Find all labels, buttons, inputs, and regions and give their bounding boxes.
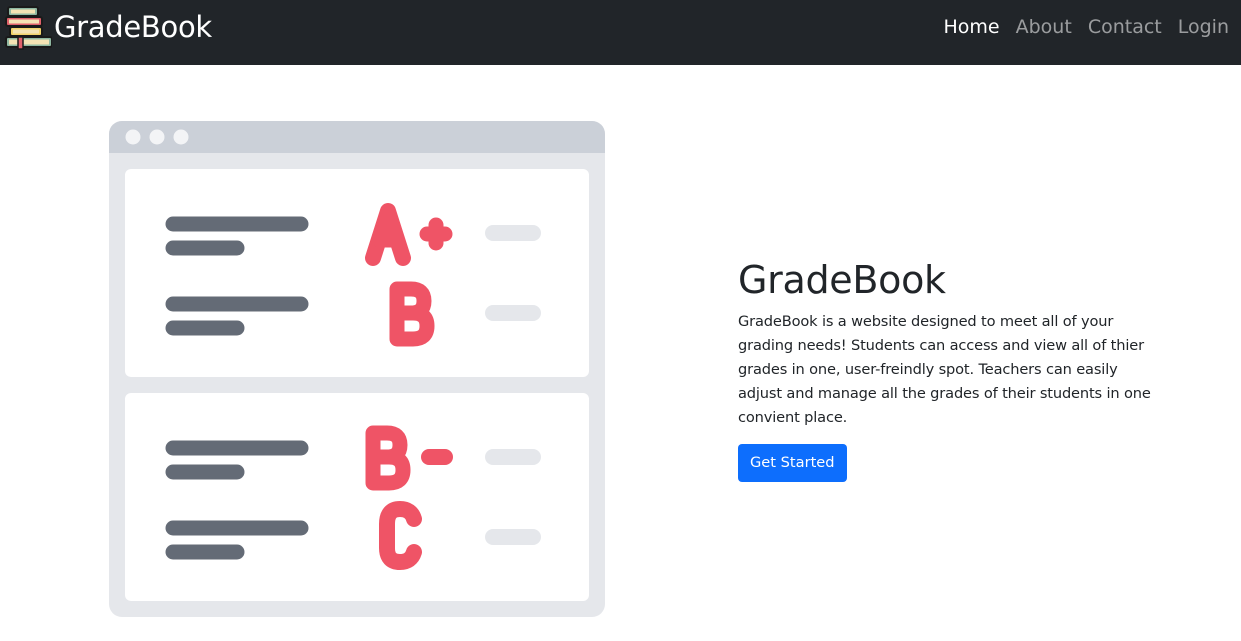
nav-links: Home About Contact Login	[936, 14, 1237, 40]
navbar: GradeBook Home About Contact Login	[0, 0, 1241, 65]
nav-login[interactable]: Login	[1170, 14, 1237, 40]
nav-home[interactable]: Home	[936, 14, 1008, 40]
hero-title: GradeBook	[738, 258, 946, 302]
brand-name: GradeBook	[54, 10, 212, 44]
nav-about[interactable]: About	[1008, 14, 1080, 40]
hero-description: GradeBook is a website designed to meet …	[738, 313, 1151, 426]
get-started-button[interactable]: Get Started	[738, 444, 847, 482]
grade-b	[389, 281, 435, 347]
nav-contact[interactable]: Contact	[1080, 14, 1170, 40]
brand-link[interactable]: GradeBook	[4, 4, 212, 50]
stacked-books-icon	[5, 6, 52, 50]
gradebook-illustration	[109, 121, 605, 617]
hero-section: GradeBook GradeBook is a website designe…	[738, 256, 1158, 482]
